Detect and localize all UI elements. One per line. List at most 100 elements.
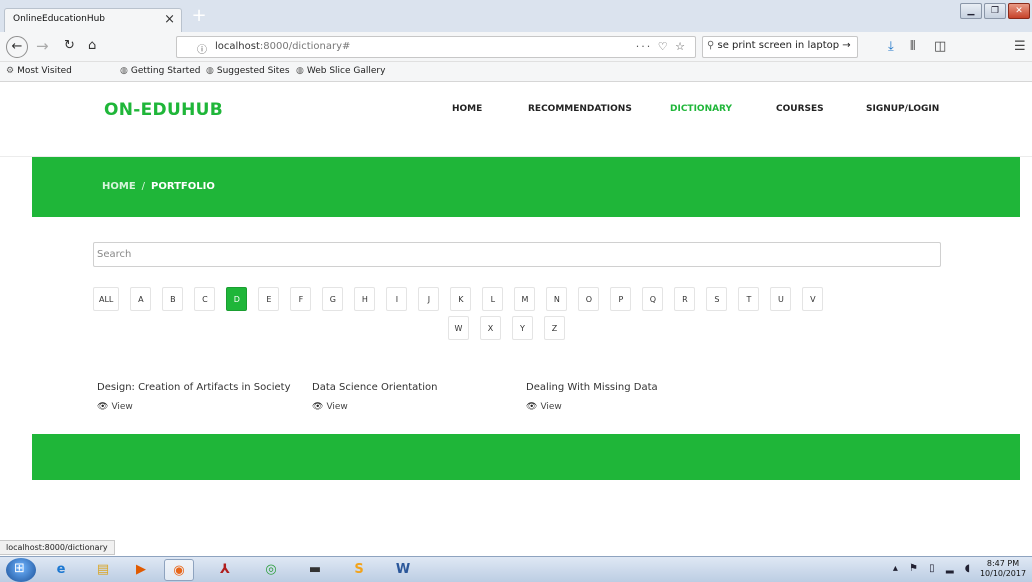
letter-filter-c[interactable]: C	[194, 287, 216, 311]
download-icon[interactable]: ⤓	[888, 39, 894, 54]
media-player-icon[interactable]: ▶	[126, 559, 156, 581]
search-icon: ⚲	[707, 40, 718, 51]
url-actions-icons[interactable]: ··· ♡ ☆	[636, 40, 687, 53]
acrobat-icon[interactable]: ⅄	[210, 559, 240, 581]
globe-icon: ◍	[120, 66, 128, 76]
nav-signup-login[interactable]: SIGNUP/LOGIN	[866, 104, 939, 114]
letter-filter-row-1: ALL A B C D E F G H I J K L M N O P Q R S T U V	[93, 287, 824, 311]
info-icon[interactable]: ⓘ	[197, 41, 207, 56]
system-tray-icons[interactable]: ▴ ⚑ ▯ ▂ ◖	[893, 563, 974, 574]
letter-filter-n[interactable]: N	[546, 287, 568, 311]
bookmark-web-slice-gallery[interactable]: ◍ Web Slice Gallery	[296, 66, 385, 76]
letter-filter-row-2: WXYZ	[448, 316, 565, 340]
result-title[interactable]: Data Science Orientation	[312, 382, 437, 393]
sublime-icon[interactable]: S	[344, 559, 374, 581]
word-icon[interactable]: W	[388, 559, 418, 581]
letter-filter-a[interactable]: A	[130, 287, 152, 311]
tab-close-icon[interactable]: ×	[164, 12, 175, 27]
back-arrow-icon[interactable]: ←	[6, 36, 28, 58]
chrome-icon[interactable]: ◎	[256, 559, 286, 581]
letter-filter-g[interactable]: G	[322, 287, 344, 311]
result-item: Dealing With Missing Data 👁 View	[526, 382, 658, 412]
site-logo[interactable]: ON-EDUHUB	[104, 100, 223, 120]
clock-date: 10/10/2017	[979, 569, 1027, 578]
gear-icon: ⚙	[6, 66, 15, 76]
close-window-icon[interactable]: ✕	[1008, 3, 1030, 19]
search-value: se print screen in laptop →	[717, 40, 851, 51]
breadcrumb-home[interactable]: HOME	[102, 181, 136, 192]
tab-title: OnlineEducationHub	[13, 14, 106, 24]
folder-icon[interactable]: ▤	[88, 559, 118, 581]
sidebar-icon[interactable]: ◫	[934, 39, 946, 54]
letter-filter-k[interactable]: K	[450, 287, 472, 311]
nav-recommendations[interactable]: RECOMMENDATIONS	[528, 104, 632, 114]
hero-banner: HOME / PORTFOLIO	[32, 157, 1020, 217]
letter-filter-h[interactable]: H	[354, 287, 376, 311]
reload-icon[interactable]: ↻	[64, 37, 75, 55]
eye-icon: 👁	[97, 402, 109, 412]
letter-filter-u[interactable]: U	[770, 287, 792, 311]
new-tab-button[interactable]: +	[188, 6, 210, 28]
breadcrumb-separator: /	[141, 181, 146, 192]
letter-filter-l[interactable]: L	[482, 287, 504, 311]
bookmark-label: Most Visited	[17, 66, 72, 76]
page-content: ON-EDUHUB HOME RECOMMENDATIONS DICTIONAR…	[0, 82, 1032, 540]
forward-arrow-icon[interactable]: →	[36, 37, 49, 55]
menu-hamburger-icon[interactable]: ☰	[1014, 39, 1026, 54]
maximize-icon[interactable]: ❐	[984, 3, 1006, 19]
letter-filter-q[interactable]: Q	[642, 287, 664, 311]
result-item: Data Science Orientation 👁 View	[312, 382, 437, 412]
bookmark-label: Web Slice Gallery	[306, 66, 386, 76]
nav-home[interactable]: HOME	[452, 104, 482, 114]
url-text: localhost:8000/dictionary#	[215, 41, 350, 52]
home-icon[interactable]: ⌂	[88, 37, 96, 55]
start-button[interactable]	[6, 558, 36, 582]
letter-filter-j[interactable]: J	[418, 287, 440, 311]
letter-filter-b[interactable]: B	[162, 287, 184, 311]
letter-filter-m[interactable]: M	[514, 287, 536, 311]
clock-time: 8:47 PM	[986, 559, 1020, 568]
view-label: View	[326, 402, 348, 412]
browser-search-input[interactable]: ⚲ se print screen in laptop →	[702, 36, 858, 58]
result-title[interactable]: Dealing With Missing Data	[526, 382, 658, 393]
view-link[interactable]: 👁 View	[97, 402, 291, 412]
letter-filter-w[interactable]: W	[448, 316, 469, 340]
dictionary-search-input[interactable]	[93, 242, 941, 267]
bookmarks-bar: ⚙ Most Visited ◍ Getting Started ◍ Suggeste…	[0, 62, 1032, 82]
bookmark-getting-started[interactable]: ◍ Getting Started	[120, 66, 200, 76]
view-link[interactable]: 👁 View	[312, 402, 437, 412]
letter-filter-s[interactable]: S	[706, 287, 728, 311]
letter-filter-i[interactable]: I	[386, 287, 408, 311]
url-bar[interactable]: ⓘ localhost:8000/dictionary# ··· ♡ ☆	[176, 36, 696, 58]
library-icon[interactable]: ⫴	[910, 39, 915, 54]
letter-filter-y[interactable]: Y	[512, 316, 533, 340]
bookmark-label: Suggested Sites	[216, 66, 290, 76]
globe-icon: ◍	[206, 66, 214, 76]
eye-icon: 👁	[526, 402, 538, 412]
browser-tab[interactable]: OnlineEducationHub ×	[4, 8, 182, 32]
bookmark-suggested-sites[interactable]: ◍ Suggested Sites	[206, 66, 290, 76]
terminal-icon[interactable]: ▬	[300, 559, 330, 581]
letter-filter-t[interactable]: T	[738, 287, 760, 311]
letter-filter-o[interactable]: O	[578, 287, 600, 311]
bookmark-most-visited[interactable]: ⚙ Most Visited	[6, 66, 72, 76]
view-link[interactable]: 👁 View	[526, 402, 658, 412]
minimize-icon[interactable]: ▁	[960, 3, 982, 19]
letter-filter-all[interactable]: ALL	[93, 287, 120, 311]
letter-filter-f[interactable]: F	[290, 287, 312, 311]
firefox-icon[interactable]: ◉	[164, 559, 194, 581]
letter-filter-x[interactable]: X	[480, 316, 501, 340]
nav-courses[interactable]: COURSES	[776, 104, 824, 114]
status-url-tooltip: localhost:8000/dictionary	[0, 540, 115, 555]
taskbar-clock[interactable]: 8:47 PM 10/10/2017	[978, 559, 1028, 579]
letter-filter-p[interactable]: P	[610, 287, 632, 311]
result-title[interactable]: Design: Creation of Artifacts in Society	[97, 382, 291, 393]
letter-filter-r[interactable]: R	[674, 287, 696, 311]
nav-dictionary[interactable]: DICTIONARY	[670, 104, 732, 114]
letter-filter-e[interactable]: E	[258, 287, 280, 311]
letter-filter-z[interactable]: Z	[544, 316, 565, 340]
ie-icon[interactable]: e	[46, 559, 76, 581]
breadcrumb: HOME / PORTFOLIO	[102, 181, 215, 192]
letter-filter-d[interactable]: D	[226, 287, 248, 311]
letter-filter-v[interactable]: V	[802, 287, 824, 311]
